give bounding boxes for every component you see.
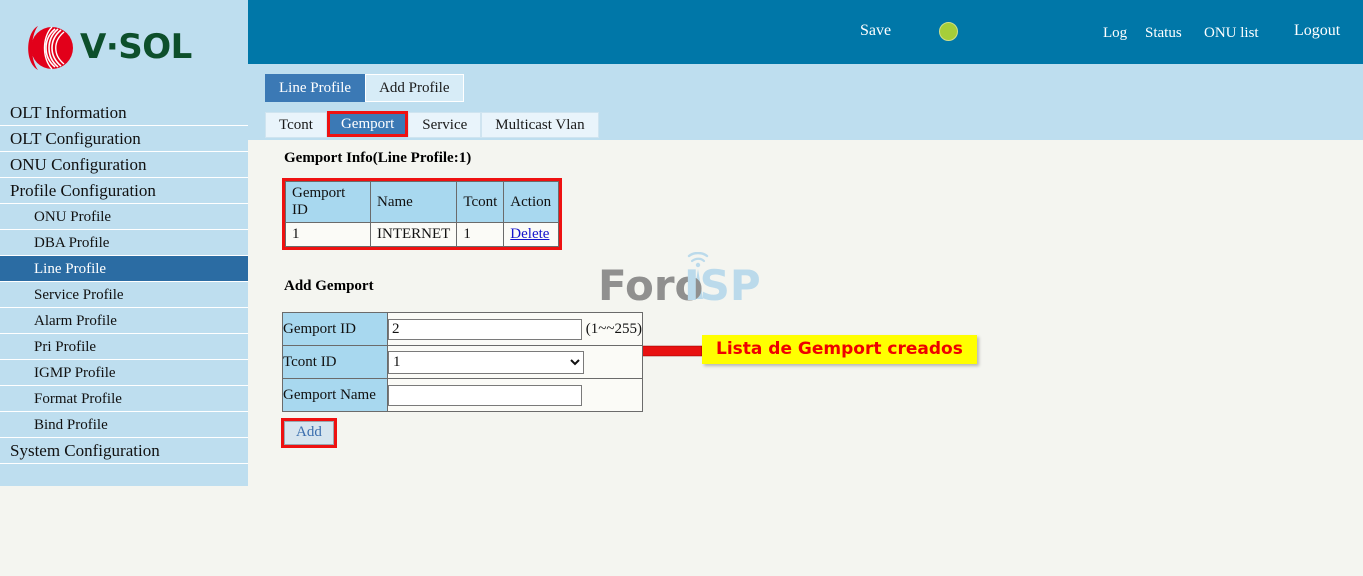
sidebar-item-igmp-profile[interactable]: IGMP Profile	[0, 360, 248, 386]
sidebar-item-dba-profile[interactable]: DBA Profile	[0, 230, 248, 256]
foroisp-watermark-icon: Foro ISP	[598, 252, 761, 308]
delete-link[interactable]: Delete	[510, 226, 549, 242]
add-gemport-form: Gemport ID (1~~255) Tcont ID 1 Gemp	[282, 312, 643, 412]
tab-tcont[interactable]: Tcont	[265, 112, 327, 138]
sidebar-item-pri-profile[interactable]: Pri Profile	[0, 334, 248, 360]
sidebar-item-onu-configuration[interactable]: ONU Configuration	[0, 152, 248, 178]
label-gemport-name: Gemport Name	[282, 378, 388, 412]
gemport-info-title: Gemport Info(Line Profile:1)	[284, 150, 472, 166]
sidebar-item-profile-configuration[interactable]: Profile Configuration	[0, 178, 248, 204]
logout-button[interactable]: Logout	[1294, 22, 1340, 40]
gemport-id-hint: (1~~255)	[585, 320, 642, 337]
sidebar-item-onu-profile[interactable]: ONU Profile	[0, 204, 248, 230]
sidebar-item-format-profile[interactable]: Format Profile	[0, 386, 248, 412]
svg-text:ISP: ISP	[684, 261, 761, 308]
secondary-tabs: Tcont Gemport Service Multicast Vlan	[265, 111, 599, 138]
form-row-tcont-id: Tcont ID 1	[282, 345, 643, 379]
tab-gemport[interactable]: Gemport	[326, 111, 409, 137]
column-header-gemport-id: Gemport ID	[285, 181, 371, 223]
add-button-highlight: Add	[281, 418, 337, 448]
brand-name: V·SOL	[80, 26, 192, 67]
table-header-row: Gemport ID Name Tcont Action	[285, 181, 560, 223]
tab-line-profile[interactable]: Line Profile	[265, 74, 366, 102]
header-link-onu-list[interactable]: ONU list	[1204, 25, 1259, 42]
gemport-id-input[interactable]	[388, 318, 582, 340]
add-gemport-title: Add Gemport	[284, 278, 374, 294]
form-row-gemport-name: Gemport Name	[282, 378, 643, 412]
sidebar-item-bind-profile[interactable]: Bind Profile	[0, 412, 248, 438]
column-header-tcont: Tcont	[456, 181, 505, 223]
sidebar-nav: OLT Information OLT Configuration ONU Co…	[0, 100, 248, 464]
cell-tcont: 1	[456, 222, 505, 247]
cell-name: INTERNET	[369, 222, 458, 247]
gemport-name-input[interactable]	[388, 384, 582, 406]
olt-management-page: V·SOL OLT Information OLT Configuration …	[0, 0, 1363, 576]
tab-service[interactable]: Service	[408, 112, 482, 138]
add-button[interactable]: Add	[284, 421, 334, 445]
table-row: 1 INTERNET 1 Delete	[285, 222, 560, 247]
vsol-swirl-logo-icon	[28, 26, 73, 70]
save-button[interactable]: Save	[860, 22, 891, 40]
tab-strip: Line Profile Add Profile Tcont Gemport S…	[248, 64, 1363, 140]
svg-text:Foro: Foro	[598, 261, 703, 308]
sidebar-item-alarm-profile[interactable]: Alarm Profile	[0, 308, 248, 334]
column-header-name: Name	[369, 181, 458, 223]
gemport-info-highlight: Gemport ID Name Tcont Action 1 INTERNET …	[282, 178, 563, 250]
label-gemport-id: Gemport ID	[282, 312, 388, 346]
cell-gemport-id: 1	[285, 222, 371, 247]
left-column: V·SOL OLT Information OLT Configuration …	[0, 0, 248, 486]
annotation-label: Lista de Gemport creados	[702, 335, 977, 364]
column-header-action: Action	[503, 181, 560, 223]
tcont-id-select[interactable]: 1	[388, 350, 584, 374]
cell-action: Delete	[503, 222, 560, 247]
top-header-bar: Save Log Status ONU list Logout	[248, 0, 1363, 64]
sidebar-item-olt-information[interactable]: OLT Information	[0, 100, 248, 126]
header-link-status[interactable]: Status	[1145, 25, 1182, 42]
logo-area: V·SOL	[0, 0, 248, 100]
main-content: Gemport Info(Line Profile:1) Gemport ID …	[248, 140, 1363, 576]
sidebar-item-system-configuration[interactable]: System Configuration	[0, 438, 248, 464]
form-row-gemport-id: Gemport ID (1~~255)	[282, 312, 643, 346]
sidebar-item-service-profile[interactable]: Service Profile	[0, 282, 248, 308]
add-gemport-table: Gemport ID (1~~255) Tcont ID 1 Gemp	[282, 312, 643, 412]
header-link-log[interactable]: Log	[1103, 25, 1127, 42]
tab-multicast-vlan[interactable]: Multicast Vlan	[481, 112, 599, 138]
green-status-dot-icon[interactable]	[939, 22, 958, 41]
tab-add-profile[interactable]: Add Profile	[365, 74, 464, 102]
gemport-info-table: Gemport ID Name Tcont Action 1 INTERNET …	[285, 181, 560, 247]
label-tcont-id: Tcont ID	[282, 345, 388, 379]
brand-logo[interactable]: V·SOL	[22, 22, 192, 74]
sidebar-item-olt-configuration[interactable]: OLT Configuration	[0, 126, 248, 152]
sidebar-item-line-profile[interactable]: Line Profile	[0, 256, 248, 282]
primary-tabs: Line Profile Add Profile	[265, 74, 464, 102]
